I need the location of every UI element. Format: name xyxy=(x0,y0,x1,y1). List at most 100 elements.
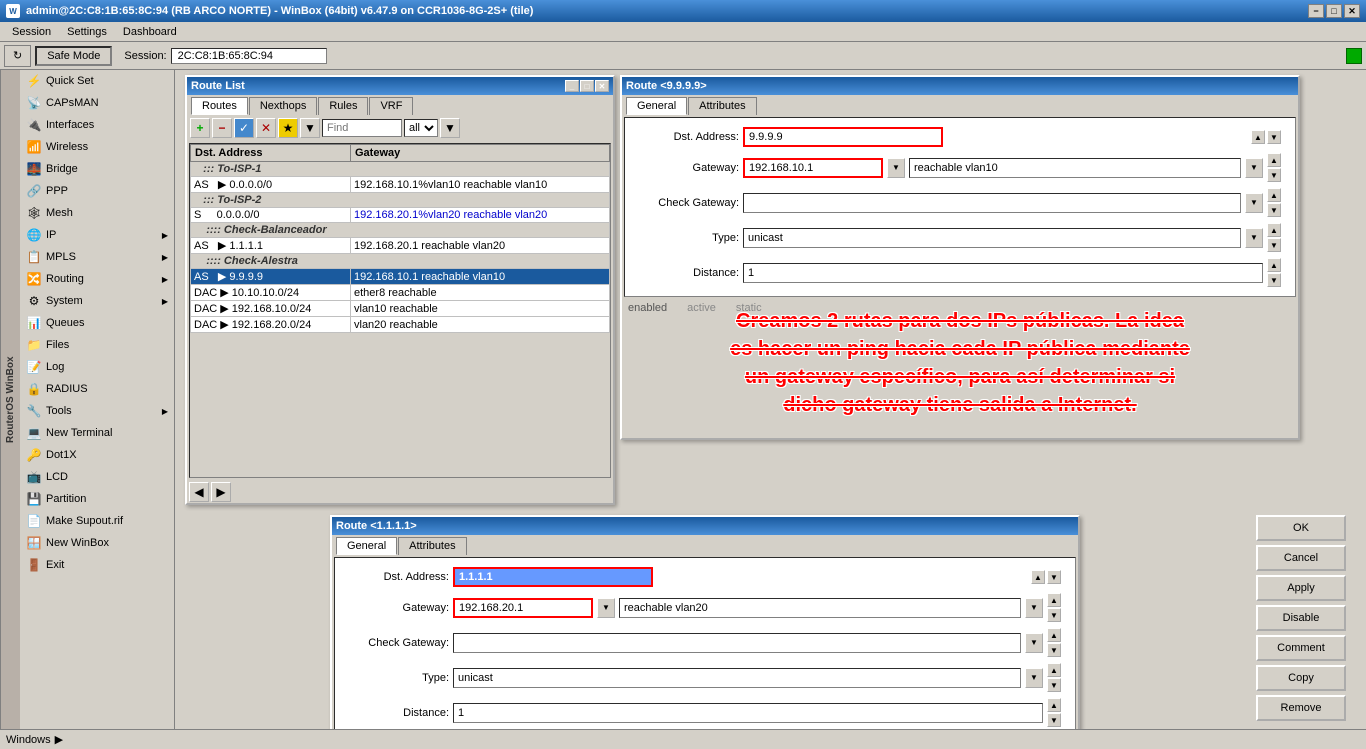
comment-route-btn[interactable]: ★ xyxy=(278,118,298,138)
refresh-btn[interactable]: ↻ xyxy=(4,45,31,67)
cancel-button[interactable]: Cancel xyxy=(1256,545,1346,571)
route-table-container[interactable]: Dst. Address Gateway ::: To-ISP-1 AS ▶ 0… xyxy=(189,143,611,478)
gateway-scroll-down-top[interactable]: ▼ xyxy=(1267,168,1281,182)
minimize-btn[interactable]: − xyxy=(1308,4,1324,18)
type-dropdown-bottom[interactable]: ▼ xyxy=(1025,668,1043,688)
distance-scroll-up-top[interactable]: ▲ xyxy=(1267,258,1281,272)
tab-general-top[interactable]: General xyxy=(626,97,687,115)
safe-mode-button[interactable]: Safe Mode xyxy=(35,46,112,66)
tab-general-bottom[interactable]: General xyxy=(336,537,397,555)
gateway-input-bottom[interactable] xyxy=(453,598,593,618)
distance-scroll-down-top[interactable]: ▼ xyxy=(1267,273,1281,287)
sidebar-item-exit[interactable]: 🚪 Exit xyxy=(20,554,174,576)
sidebar-item-partition[interactable]: 💾 Partition xyxy=(20,488,174,510)
distance-scroll-up-bottom[interactable]: ▲ xyxy=(1047,698,1061,712)
check-gateway-input-bottom[interactable] xyxy=(453,633,1021,653)
remove-route-btn[interactable]: − xyxy=(212,118,232,138)
check-gateway-dropdown-top[interactable]: ▼ xyxy=(1245,193,1263,213)
enable-route-btn[interactable]: ✓ xyxy=(234,118,254,138)
sidebar-item-new-winbox[interactable]: 🪟 New WinBox xyxy=(20,532,174,554)
sidebar-item-routing[interactable]: 🔀 Routing xyxy=(20,268,174,290)
scroll-left-btn[interactable]: ◀ xyxy=(189,482,209,502)
sidebar-item-ip[interactable]: 🌐 IP xyxy=(20,224,174,246)
gateway-extra-dropdown-top[interactable]: ▼ xyxy=(1245,158,1263,178)
sidebar-item-wireless[interactable]: 📶 Wireless xyxy=(20,136,174,158)
col-gateway[interactable]: Gateway xyxy=(351,145,610,162)
apply-button[interactable]: Apply xyxy=(1256,575,1346,601)
check-gateway-dropdown-bottom[interactable]: ▼ xyxy=(1025,633,1043,653)
scroll-right-btn[interactable]: ▶ xyxy=(211,482,231,502)
route-list-close[interactable]: ✕ xyxy=(595,80,609,92)
route-list-minimize[interactable]: _ xyxy=(565,80,579,92)
check-gw-scroll-down-top[interactable]: ▼ xyxy=(1267,203,1281,217)
tab-attributes-top[interactable]: Attributes xyxy=(688,97,756,115)
sidebar-item-ppp[interactable]: 🔗 PPP xyxy=(20,180,174,202)
check-gateway-input-top[interactable] xyxy=(743,193,1241,213)
distance-scroll-down-bottom[interactable]: ▼ xyxy=(1047,713,1061,727)
dst-scroll-up-bottom[interactable]: ▲ xyxy=(1031,570,1045,584)
sidebar-item-mpls[interactable]: 📋 MPLS xyxy=(20,246,174,268)
dst-address-input-bottom[interactable] xyxy=(453,567,653,587)
comment-button[interactable]: Comment xyxy=(1256,635,1346,661)
sidebar-item-dot1x[interactable]: 🔑 Dot1X xyxy=(20,444,174,466)
dst-scroll-down-bottom[interactable]: ▼ xyxy=(1047,570,1061,584)
sidebar-item-make-supout[interactable]: 📄 Make Supout.rif xyxy=(20,510,174,532)
table-row[interactable]: AS ▶ 0.0.0.0/0 192.168.10.1%vlan10 reach… xyxy=(191,177,610,193)
check-gw-scroll-down-bottom[interactable]: ▼ xyxy=(1047,643,1061,657)
gateway-extra-top[interactable] xyxy=(909,158,1241,178)
table-row[interactable]: AS ▶ 1.1.1.1 192.168.20.1 reachable vlan… xyxy=(191,238,610,254)
gateway-extra-bottom[interactable] xyxy=(619,598,1021,618)
add-route-btn[interactable]: + xyxy=(190,118,210,138)
dst-scroll-up-top[interactable]: ▲ xyxy=(1251,130,1265,144)
gateway-input-top[interactable] xyxy=(743,158,883,178)
tab-vrf[interactable]: VRF xyxy=(369,97,413,115)
filter-expand-btn[interactable]: ▼ xyxy=(440,118,460,138)
sidebar-item-queues[interactable]: 📊 Queues xyxy=(20,312,174,334)
filter-route-btn[interactable]: ▼ xyxy=(300,118,320,138)
check-gw-scroll-up-bottom[interactable]: ▲ xyxy=(1047,628,1061,642)
copy-button[interactable]: Copy xyxy=(1256,665,1346,691)
route-filter-select[interactable]: all xyxy=(404,119,438,137)
sidebar-item-quick-set[interactable]: ⚡ Quick Set xyxy=(20,70,174,92)
dst-address-input-top[interactable] xyxy=(743,127,943,147)
sidebar-item-capsman[interactable]: 📡 CAPsMAN xyxy=(20,92,174,114)
menu-dashboard[interactable]: Dashboard xyxy=(115,24,185,40)
gateway-scroll-up-bottom[interactable]: ▲ xyxy=(1047,593,1061,607)
sidebar-item-system[interactable]: ⚙ System xyxy=(20,290,174,312)
route-list-maximize[interactable]: □ xyxy=(580,80,594,92)
table-row[interactable]: DAC ▶ 192.168.20.0/24 vlan20 reachable xyxy=(191,317,610,333)
distance-input-bottom[interactable] xyxy=(453,703,1043,723)
windows-bar[interactable]: Windows ▶ xyxy=(0,729,1366,749)
gateway-scroll-up-top[interactable]: ▲ xyxy=(1267,153,1281,167)
sidebar-item-mesh[interactable]: 🕸 Mesh xyxy=(20,202,174,224)
tab-attributes-bottom[interactable]: Attributes xyxy=(398,537,466,555)
sidebar-item-bridge[interactable]: 🌉 Bridge xyxy=(20,158,174,180)
sidebar-item-interfaces[interactable]: 🔌 Interfaces xyxy=(20,114,174,136)
menu-session[interactable]: Session xyxy=(4,24,59,40)
close-btn[interactable]: ✕ xyxy=(1344,4,1360,18)
table-row[interactable]: DAC ▶ 192.168.10.0/24 vlan10 reachable xyxy=(191,301,610,317)
table-row[interactable]: DAC ▶ 10.10.10.0/24 ether8 reachable xyxy=(191,285,610,301)
gateway-dropdown-bottom[interactable]: ▼ xyxy=(597,598,615,618)
sidebar-item-new-terminal[interactable]: 💻 New Terminal xyxy=(20,422,174,444)
sidebar-item-log[interactable]: 📝 Log xyxy=(20,356,174,378)
gateway-extra-dropdown-bottom[interactable]: ▼ xyxy=(1025,598,1043,618)
ok-button[interactable]: OK xyxy=(1256,515,1346,541)
sidebar-item-lcd[interactable]: 📺 LCD xyxy=(20,466,174,488)
type-dropdown-top[interactable]: ▼ xyxy=(1245,228,1263,248)
disable-button[interactable]: Disable xyxy=(1256,605,1346,631)
session-input[interactable] xyxy=(171,48,327,64)
type-input-top[interactable] xyxy=(743,228,1241,248)
distance-input-top[interactable] xyxy=(743,263,1263,283)
remove-button[interactable]: Remove xyxy=(1256,695,1346,721)
type-input-bottom[interactable] xyxy=(453,668,1021,688)
maximize-btn[interactable]: □ xyxy=(1326,4,1342,18)
menu-settings[interactable]: Settings xyxy=(59,24,115,40)
type-scroll-down-top[interactable]: ▼ xyxy=(1267,238,1281,252)
gateway-scroll-down-bottom[interactable]: ▼ xyxy=(1047,608,1061,622)
disable-route-btn[interactable]: ✕ xyxy=(256,118,276,138)
check-gw-scroll-up-top[interactable]: ▲ xyxy=(1267,188,1281,202)
tab-nexthops[interactable]: Nexthops xyxy=(249,97,317,115)
col-dst-address[interactable]: Dst. Address xyxy=(191,145,351,162)
sidebar-item-radius[interactable]: 🔒 RADIUS xyxy=(20,378,174,400)
